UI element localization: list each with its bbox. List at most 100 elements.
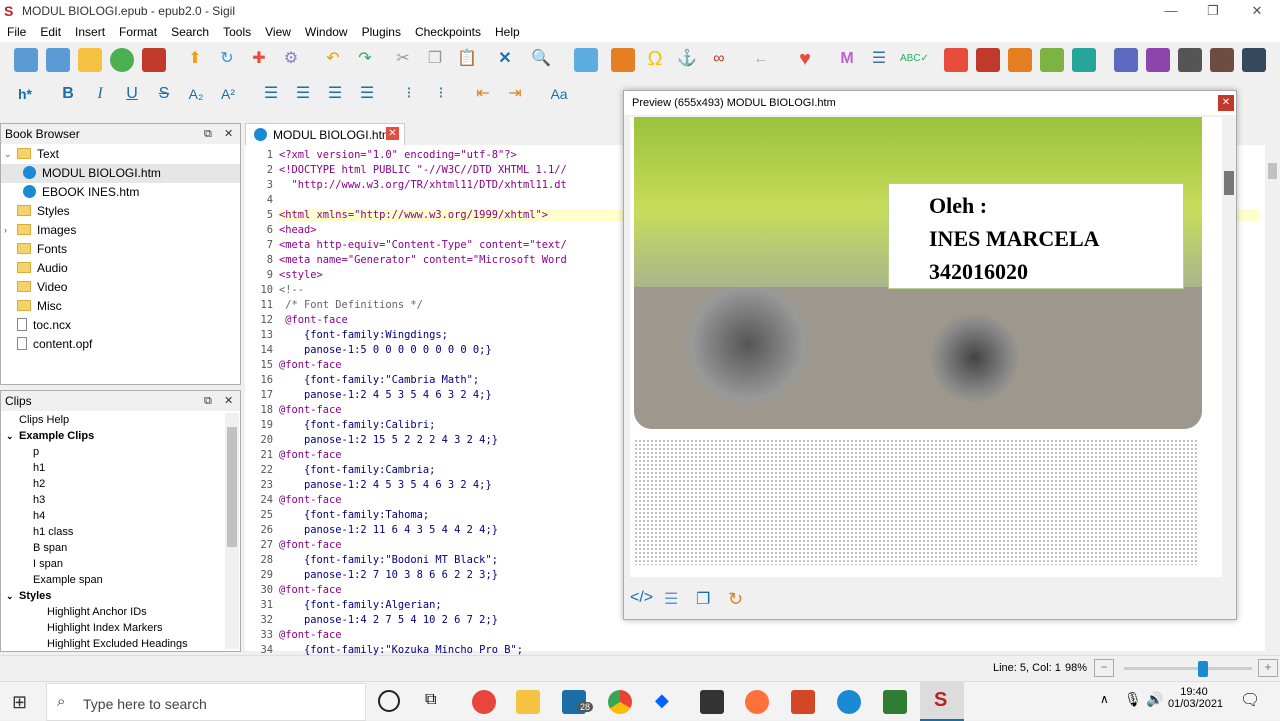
microphone-icon[interactable]: 🎙 <box>1124 691 1142 708</box>
strikethrough-button[interactable]: S <box>153 82 175 106</box>
clip-item[interactable]: B span <box>1 540 240 556</box>
zoom-in-icon[interactable]: + <box>1258 659 1278 677</box>
reload-icon[interactable]: ↻ <box>728 589 748 610</box>
clock[interactable]: 19:40 01/03/2021 <box>1168 686 1223 710</box>
back-arrow-icon[interactable]: ← <box>750 47 772 71</box>
superscript-button[interactable]: A² <box>217 82 239 106</box>
underline-button[interactable]: U <box>121 82 143 106</box>
clip-item[interactable]: Highlight Excluded Headings <box>1 636 240 649</box>
clip-item[interactable]: Highlight Index Markers <box>1 620 240 636</box>
chevron-up-icon[interactable]: ∧ <box>1100 692 1109 706</box>
table-of-contents-icon[interactable] <box>574 48 598 72</box>
preview-close-icon[interactable]: ✕ <box>1218 95 1234 111</box>
dropbox-icon[interactable]: ◆ <box>655 690 669 711</box>
redo-icon[interactable]: ↷ <box>354 47 376 71</box>
metadata-m-icon[interactable]: M <box>836 47 858 71</box>
special-character-icon[interactable]: Ω <box>644 47 666 71</box>
close-icon[interactable]: ✕ <box>1236 0 1278 22</box>
clip-item[interactable]: Highlight Anchor IDs <box>1 604 240 620</box>
bold-button[interactable]: B <box>57 82 79 106</box>
clip-item[interactable]: h3 <box>1 492 240 508</box>
insert-image-icon[interactable] <box>611 48 635 72</box>
align-center-icon[interactable]: ☰ <box>292 82 314 106</box>
code-view-icon[interactable]: </> <box>630 589 654 607</box>
windows-start-icon[interactable]: ⊞ <box>12 692 27 713</box>
book-browser-item[interactable]: MODUL BIOLOGI.htm <box>1 164 240 183</box>
book-browser-item[interactable]: Video <box>1 278 240 297</box>
subscript-button[interactable]: A₂ <box>185 82 207 106</box>
spellcheck-x-icon[interactable]: ✕ <box>494 47 516 71</box>
firefox-icon[interactable] <box>745 690 769 714</box>
menu-checkpoints[interactable]: Checkpoints <box>408 22 488 42</box>
clip-item[interactable]: h1 class <box>1 524 240 540</box>
menu-plugins[interactable]: Plugins <box>355 22 408 42</box>
preview-scrollbar[interactable] <box>1222 117 1236 577</box>
close-panel-icon[interactable]: ✕ <box>224 124 233 144</box>
chrome-icon[interactable] <box>608 690 632 714</box>
menu-view[interactable]: View <box>258 22 298 42</box>
chevron-down-icon[interactable]: ⌄ <box>6 428 14 444</box>
close-tab-icon[interactable]: ✕ <box>386 127 399 140</box>
clip-item[interactable]: h1 <box>1 460 240 476</box>
copy-icon[interactable]: ❐ <box>424 47 446 71</box>
speaker-icon[interactable]: 🔊 <box>1146 691 1163 708</box>
chevron-right-icon[interactable]: › <box>4 221 7 240</box>
clip-item[interactable]: Clips Help <box>1 412 240 428</box>
menu-insert[interactable]: Insert <box>68 22 112 42</box>
powerpoint-icon[interactable] <box>791 690 815 714</box>
upload-arrow-icon[interactable]: ⬆ <box>184 47 206 71</box>
menu-edit[interactable]: Edit <box>33 22 68 42</box>
new-epub3-icon[interactable] <box>46 48 70 72</box>
heading-button[interactable]: h* <box>14 82 36 106</box>
plugin-4-icon[interactable] <box>1040 48 1064 72</box>
italic-button[interactable]: I <box>89 82 111 106</box>
align-right-icon[interactable]: ☰ <box>324 82 346 106</box>
preview-scrollbar-thumb[interactable] <box>1224 171 1234 195</box>
search-icon[interactable]: 🔍 <box>530 47 552 71</box>
undock-icon[interactable]: ⧉ <box>204 391 212 411</box>
menu-tools[interactable]: Tools <box>216 22 258 42</box>
book-browser-item[interactable]: ⌄ Text <box>1 145 240 164</box>
clip-item[interactable]: ⌄ Styles <box>1 588 240 604</box>
sigil-taskbar-button[interactable]: S <box>920 682 964 721</box>
edge-icon[interactable] <box>837 690 861 714</box>
numbered-list-icon[interactable]: ⁝ <box>430 82 452 106</box>
plugin-3-icon[interactable] <box>1008 48 1032 72</box>
plugin-2-icon[interactable] <box>976 48 1000 72</box>
book-browser-item[interactable]: toc.ncx <box>1 316 240 335</box>
clip-item[interactable]: h4 <box>1 508 240 524</box>
list-icon[interactable]: ☰ <box>868 47 890 71</box>
clip-item[interactable]: h2 <box>1 476 240 492</box>
clip-item[interactable]: ⌄ Example Clips <box>1 428 240 444</box>
abc-check-icon[interactable]: ABC✓ <box>900 47 929 71</box>
book-browser-item[interactable]: Styles <box>1 202 240 221</box>
plugin-9-icon[interactable] <box>1210 48 1234 72</box>
book-browser-item[interactable]: Fonts <box>1 240 240 259</box>
inspect-icon[interactable]: ☰ <box>664 589 684 609</box>
save-icon[interactable] <box>142 48 166 72</box>
clips-scrollbar[interactable] <box>225 413 239 649</box>
settings-gear-icon[interactable]: ⚙ <box>280 47 302 71</box>
clip-item[interactable]: I span <box>1 556 240 572</box>
plugin-8-icon[interactable] <box>1178 48 1202 72</box>
plugin-7-icon[interactable] <box>1146 48 1170 72</box>
change-case-button[interactable]: Aa <box>548 82 570 106</box>
plugin-6-icon[interactable] <box>1114 48 1138 72</box>
menu-file[interactable]: File <box>0 22 33 42</box>
justify-icon[interactable]: ☰ <box>356 82 378 106</box>
cut-icon[interactable]: ✂ <box>392 47 414 71</box>
close-panel-icon[interactable]: ✕ <box>224 391 233 411</box>
zoom-slider-thumb[interactable] <box>1198 661 1209 677</box>
minimize-icon[interactable]: — <box>1150 0 1192 22</box>
menu-window[interactable]: Window <box>298 22 355 42</box>
restore-icon[interactable]: ❐ <box>1192 0 1234 22</box>
amazon-icon[interactable] <box>700 690 724 714</box>
copy-preview-icon[interactable]: ❐ <box>696 589 716 609</box>
menu-help[interactable]: Help <box>488 22 527 42</box>
add-file-icon[interactable] <box>110 48 134 72</box>
undo-icon[interactable]: ↶ <box>322 47 344 71</box>
menu-format[interactable]: Format <box>112 22 164 42</box>
book-browser-item[interactable]: › Images <box>1 221 240 240</box>
editor-scrollbar-thumb[interactable] <box>1268 163 1277 179</box>
book-browser-item[interactable]: EBOOK INES.htm <box>1 183 240 202</box>
